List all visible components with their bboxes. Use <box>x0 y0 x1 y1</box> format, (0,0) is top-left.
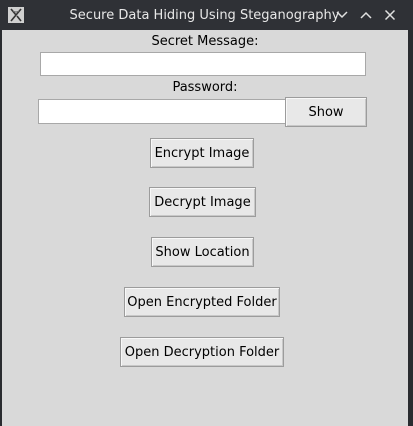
open-decryption-folder-button[interactable]: Open Decryption Folder <box>120 337 284 367</box>
close-icon[interactable] <box>381 6 399 24</box>
app-window: Secure Data Hiding Using Steganography S… <box>0 0 413 426</box>
main-panel: Secret Message: Password: Show Encrypt I… <box>2 30 408 426</box>
secret-message-label: Secret Message: <box>151 34 259 49</box>
show-location-button[interactable]: Show Location <box>151 237 254 267</box>
chevron-up-icon[interactable] <box>357 6 375 24</box>
secret-message-input[interactable] <box>40 52 366 76</box>
title-bar[interactable]: Secure Data Hiding Using Steganography <box>0 0 413 30</box>
open-encrypted-folder-button[interactable]: Open Encrypted Folder <box>124 287 280 317</box>
encrypt-image-button[interactable]: Encrypt Image <box>150 138 254 168</box>
show-password-button[interactable]: Show <box>285 97 367 127</box>
window-title: Secure Data Hiding Using Steganography <box>69 8 340 23</box>
chevron-down-icon[interactable] <box>333 6 351 24</box>
password-input[interactable] <box>38 99 286 124</box>
password-label: Password: <box>172 80 238 95</box>
decrypt-image-button[interactable]: Decrypt Image <box>149 187 256 217</box>
